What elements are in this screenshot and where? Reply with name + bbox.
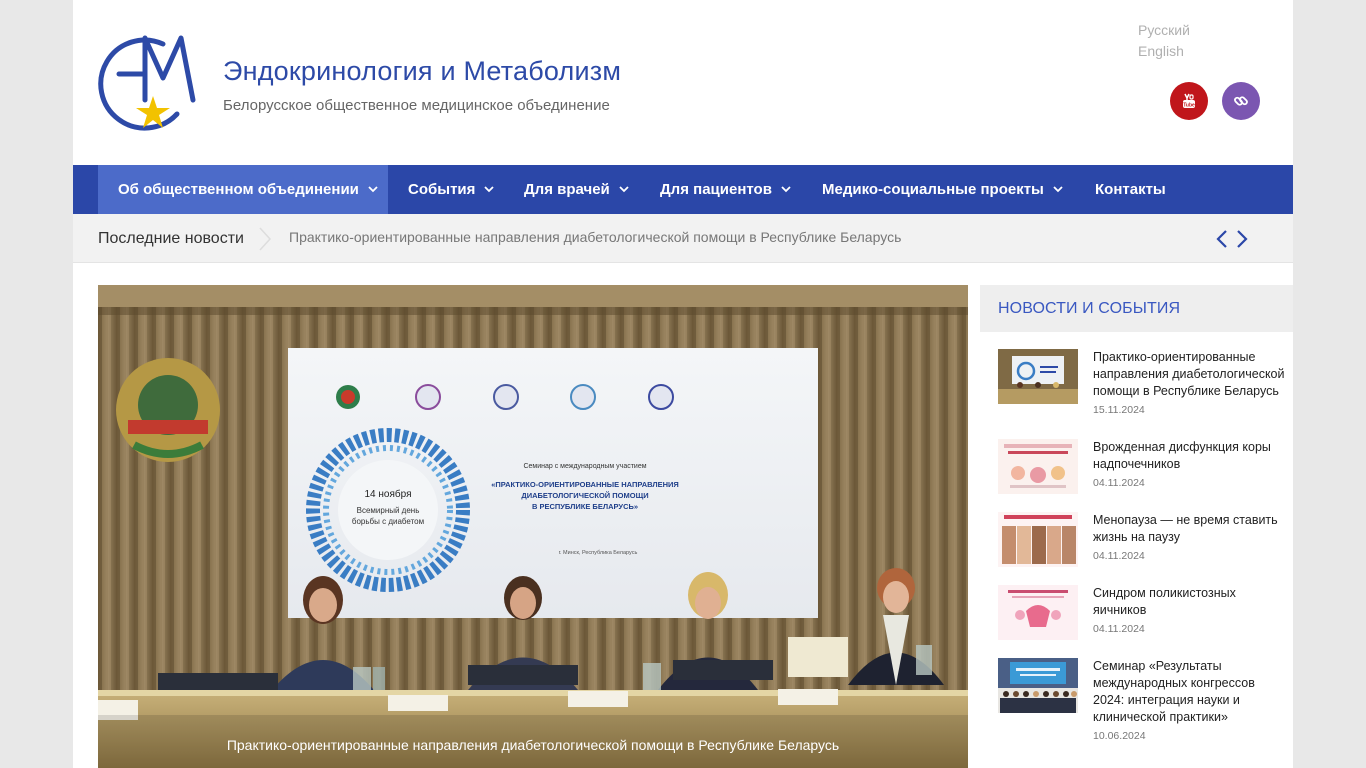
news-title[interactable]: Синдром поликистозных яичников xyxy=(1093,585,1288,619)
svg-text:Tube: Tube xyxy=(1183,103,1195,109)
news-thumbnail[interactable] xyxy=(998,349,1078,404)
news-thumbnail[interactable] xyxy=(998,512,1078,567)
screen-day-line2: борьбы с диабетом xyxy=(352,517,424,526)
chevron-down-icon xyxy=(781,186,791,193)
screen-title-line3: В РЕСПУБЛИКЕ БЕЛАРУСЬ» xyxy=(532,502,638,511)
chevron-right-icon xyxy=(259,227,272,251)
news-title[interactable]: Практико-ориентированные направления диа… xyxy=(1093,349,1288,400)
news-widget: НОВОСТИ И СОБЫТИЯ Практико-ориентированн… xyxy=(980,285,1293,768)
news-date: 15.11.2024 xyxy=(1093,404,1145,416)
chevron-down-icon xyxy=(1053,186,1063,193)
news-title[interactable]: Менопауза — не время ставить жизнь на па… xyxy=(1093,512,1288,546)
ticker-prev-arrow-icon[interactable] xyxy=(1216,230,1228,248)
site-logo[interactable] xyxy=(97,30,197,132)
nav-item-contacts[interactable]: Контакты xyxy=(1095,165,1166,214)
language-english[interactable]: English xyxy=(1138,43,1184,59)
nav-label: Для врачей xyxy=(524,181,610,198)
news-date: 04.11.2024 xyxy=(1093,477,1145,489)
screen-title-line1: «ПРАКТИКО-ОРИЕНТИРОВАННЫЕ НАПРАВЛЕНИЯ xyxy=(491,480,679,489)
screen-title-line2: ДИАБЕТОЛОГИЧЕСКОЙ ПОМОЩИ xyxy=(521,491,648,500)
screen-place: г. Минск, Республика Беларусь xyxy=(559,550,638,556)
screen-day-line1: Всемирный день xyxy=(357,506,420,515)
nav-item-doctors[interactable]: Для врачей xyxy=(524,165,629,214)
site-description: Белорусское общественное медицинское объ… xyxy=(223,97,610,114)
news-date: 10.06.2024 xyxy=(1093,730,1146,742)
nav-label: Медико-социальные проекты xyxy=(822,181,1044,198)
featured-photo: 14 ноября Всемирный день борьбы с диабет… xyxy=(98,285,968,768)
page: Эндокринология и Метаболизм Белорусское … xyxy=(73,0,1293,768)
link-icon xyxy=(1234,96,1248,106)
news-item[interactable]: Менопауза — не время ставить жизнь на па… xyxy=(998,512,1288,568)
screen-date: 14 ноября xyxy=(365,488,412,500)
main-navigation: Об общественном объединении События Для … xyxy=(73,165,1293,214)
widget-header: НОВОСТИ И СОБЫТИЯ xyxy=(980,285,1293,332)
ticker-next-arrow-icon[interactable] xyxy=(1236,230,1248,248)
chevron-down-icon xyxy=(484,186,495,193)
nav-item-events[interactable]: События xyxy=(408,165,495,214)
news-title[interactable]: Семинар «Результаты международных конгре… xyxy=(1093,658,1288,726)
nav-item-patients[interactable]: Для пациентов xyxy=(660,165,791,214)
news-date: 04.11.2024 xyxy=(1093,550,1145,562)
news-item[interactable]: Врожденная дисфункция коры надпочечников… xyxy=(998,439,1288,495)
chevron-down-icon xyxy=(368,186,378,193)
nav-label: Контакты xyxy=(1095,181,1166,198)
slide-caption[interactable]: Практико-ориентированные направления диа… xyxy=(98,737,968,753)
widget-title: НОВОСТИ И СОБЫТИЯ xyxy=(998,300,1181,317)
nav-item-about[interactable]: Об общественном объединении xyxy=(98,165,388,214)
nav-item-social-projects[interactable]: Медико-социальные проекты xyxy=(822,165,1063,214)
news-date: 04.11.2024 xyxy=(1093,623,1145,635)
ticker-news-link[interactable]: Практико-ориентированные направления диа… xyxy=(289,229,901,245)
news-item[interactable]: Семинар «Результаты международных конгре… xyxy=(998,658,1288,748)
news-thumbnail[interactable] xyxy=(998,439,1078,494)
news-thumbnail[interactable] xyxy=(998,658,1078,713)
youtube-icon: Tube xyxy=(1183,93,1195,109)
news-item[interactable]: Синдром поликистозных яичников 04.11.202… xyxy=(998,585,1288,641)
latest-news-ticker: Последние новости Практико-ориентированн… xyxy=(73,214,1293,263)
news-item[interactable]: Практико-ориентированные направления диа… xyxy=(998,349,1288,421)
link-button[interactable] xyxy=(1222,82,1260,120)
youtube-button[interactable]: Tube xyxy=(1170,82,1208,120)
site-title[interactable]: Эндокринология и Метаболизм xyxy=(223,56,621,87)
ticker-label: Последние новости xyxy=(98,230,244,247)
nav-label: Для пациентов xyxy=(660,181,772,198)
site-header: Эндокринология и Метаболизм Белорусское … xyxy=(73,0,1293,165)
nav-label: События xyxy=(408,181,476,198)
language-russian[interactable]: Русский xyxy=(1138,22,1190,38)
news-thumbnail[interactable] xyxy=(998,585,1078,640)
chevron-down-icon xyxy=(619,186,629,193)
screen-subtitle: Семинар с международным участием xyxy=(523,463,646,470)
featured-slide[interactable]: 14 ноября Всемирный день борьбы с диабет… xyxy=(98,285,968,768)
news-title[interactable]: Врожденная дисфункция коры надпочечников xyxy=(1093,439,1288,473)
nav-label: Об общественном объединении xyxy=(118,181,359,198)
